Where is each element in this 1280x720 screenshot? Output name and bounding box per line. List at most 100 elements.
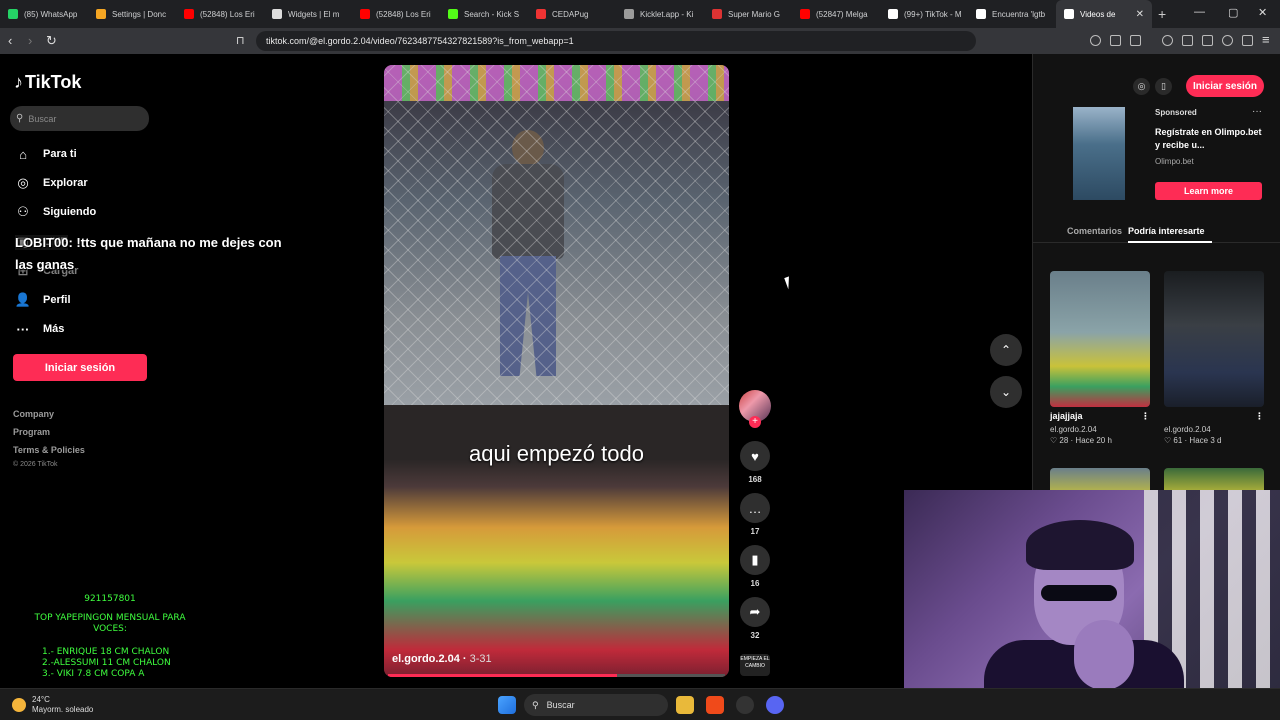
youtube-icon: [360, 9, 370, 19]
nav-perfil[interactable]: 👤 Perfil: [15, 292, 71, 308]
nav-siguiendo[interactable]: ⚇ Siguiendo: [15, 204, 96, 220]
author-avatar-action[interactable]: +: [738, 390, 772, 428]
video-fence: [384, 65, 729, 405]
ad-options-icon[interactable]: ···: [1252, 106, 1262, 117]
search-icon: ⚲: [16, 113, 24, 124]
avatar[interactable]: +: [739, 390, 771, 428]
header-login-button[interactable]: Iniciar sesión: [1186, 75, 1264, 97]
login-button[interactable]: Iniciar sesión: [13, 354, 147, 381]
video-card[interactable]: jajajjaja ⋮ el.gordo.2.04 ♡ 28 · Hace 20 …: [1050, 271, 1150, 445]
follow-plus-icon[interactable]: +: [749, 416, 761, 428]
address-bar[interactable]: tiktok.com/@el.gordo.2.04/video/76234877…: [256, 31, 976, 51]
tiktok-note-icon: ♪: [14, 72, 23, 92]
bookmark-icon[interactable]: ▮: [740, 545, 770, 575]
new-tab-button[interactable]: +: [1158, 6, 1166, 22]
close-window-icon[interactable]: ✕: [1258, 6, 1267, 19]
tab-tiktok-2[interactable]: Encuentra 'lgtb: [968, 0, 1056, 28]
nav-para-ti[interactable]: ⌂ Para ti: [15, 146, 77, 162]
cedapug-icon: [536, 9, 546, 19]
ad-thumbnail[interactable]: [1073, 107, 1125, 200]
nav-label: Explorar: [43, 177, 88, 189]
tab-youtube-2[interactable]: (52848) Los Eri: [352, 0, 440, 28]
youtube-icon: [184, 9, 194, 19]
stream-icon[interactable]: ◎: [1133, 78, 1150, 95]
next-video-button[interactable]: ⌄: [990, 376, 1022, 408]
menu-icon[interactable]: ≡: [1262, 32, 1270, 47]
share-action[interactable]: ➦ 32: [738, 597, 772, 640]
windows-start-icon[interactable]: [498, 696, 516, 714]
tiktok-logo[interactable]: ♪ TikTok: [14, 72, 81, 93]
bookmark-icon[interactable]: ⊓: [236, 34, 245, 47]
video-progress-bar[interactable]: [388, 674, 725, 677]
ai-icon[interactable]: [1222, 35, 1233, 46]
tab-kicklet[interactable]: Kicklet.app - Ki: [616, 0, 704, 28]
ad-text[interactable]: Regístrate en Olimpo.bet y recibe u...: [1155, 126, 1267, 152]
learn-more-button[interactable]: Learn more: [1155, 182, 1262, 200]
youtube-icon: [800, 9, 810, 19]
discord-icon[interactable]: [766, 696, 784, 714]
screenshot-icon[interactable]: [1130, 35, 1141, 46]
video-card-thumbnail[interactable]: [1050, 271, 1150, 407]
tab-active-tiktok[interactable]: Videos de ✕: [1056, 0, 1152, 28]
previous-video-button[interactable]: ⌃: [990, 334, 1022, 366]
comment-icon[interactable]: …: [740, 493, 770, 523]
file-explorer-icon[interactable]: [676, 696, 694, 714]
kick-icon: [448, 9, 458, 19]
share-icon[interactable]: ➦: [740, 597, 770, 627]
card-options-icon[interactable]: ⋮: [1141, 411, 1150, 422]
footer-terms-link[interactable]: Terms & Policies: [13, 445, 85, 455]
card-options-icon[interactable]: ⋮: [1255, 411, 1264, 422]
close-tab-icon[interactable]: ✕: [1136, 9, 1144, 20]
taskbar-search-label: Buscar: [546, 700, 575, 710]
weather-widget[interactable]: 24°C Mayorm. soleado: [12, 695, 93, 715]
tab-comentarios[interactable]: Comentarios: [1067, 226, 1122, 236]
tab-whatsapp[interactable]: (85) WhatsApp: [0, 0, 88, 28]
taskbar-search[interactable]: ⚲ Buscar: [524, 694, 668, 716]
tab-label: Super Mario G: [728, 9, 781, 19]
puzzle-icon[interactable]: [1110, 35, 1121, 46]
video-progress-fill: [388, 674, 618, 677]
tab-tiktok-1[interactable]: (99+) TikTok - M: [880, 0, 968, 28]
card-author[interactable]: el.gordo.2.04: [1050, 425, 1150, 434]
tab-cedapug[interactable]: CEDAPug: [528, 0, 616, 28]
search-input[interactable]: ⚲ Buscar: [10, 106, 149, 131]
wallet-icon[interactable]: [1202, 35, 1213, 46]
video-player[interactable]: aqui empezó todo el.gordo.2.04 · 3-31: [384, 65, 729, 677]
like-count: 168: [748, 475, 762, 484]
video-card[interactable]: ⋮ el.gordo.2.04 ♡ 61 · Hace 3 d: [1164, 271, 1264, 445]
tab-podria-interesarte[interactable]: Podría interesarte: [1128, 226, 1205, 236]
ad-sponsored-label: Sponsored: [1155, 108, 1197, 117]
footer-program-link[interactable]: Program: [13, 427, 50, 437]
music-disc[interactable]: EMPIEZA EL CAMBIO: [740, 654, 770, 676]
tab-youtube-1[interactable]: (52848) Los Eri: [176, 0, 264, 28]
obs-icon[interactable]: [736, 696, 754, 714]
save-action[interactable]: ▮ 16: [738, 545, 772, 588]
extension-icon[interactable]: [1090, 35, 1101, 46]
tab-youtube-3[interactable]: (52847) Melga: [792, 0, 880, 28]
nav-explorar[interactable]: ◎ Explorar: [15, 175, 88, 191]
tab-kick-search[interactable]: Search - Kick S: [440, 0, 528, 28]
footer-company-link[interactable]: Company: [13, 409, 54, 419]
card-author[interactable]: el.gordo.2.04: [1164, 425, 1264, 434]
sidebar-icon[interactable]: [1182, 35, 1193, 46]
nav-mas[interactable]: ··· Más: [15, 321, 65, 337]
tab-widgets[interactable]: Widgets | El m: [264, 0, 352, 28]
brave-icon[interactable]: [706, 696, 724, 714]
tab-label: Search - Kick S: [464, 9, 520, 19]
like-action[interactable]: ♥ 168: [738, 441, 772, 484]
video-card-thumbnail[interactable]: [1164, 271, 1264, 407]
minimize-icon[interactable]: —: [1194, 6, 1205, 18]
heart-icon[interactable]: ♥: [740, 441, 770, 471]
maximize-icon[interactable]: ▢: [1228, 6, 1238, 19]
comment-action[interactable]: … 17: [738, 493, 772, 536]
reload-icon[interactable]: ↻: [46, 33, 57, 49]
forward-icon[interactable]: ›: [28, 33, 32, 48]
tab-mario[interactable]: Super Mario G: [704, 0, 792, 28]
back-icon[interactable]: ‹: [8, 33, 12, 48]
video-author[interactable]: el.gordo.2.04 · 3-31: [392, 653, 492, 665]
tab-settings[interactable]: Settings | Donc: [88, 0, 176, 28]
phone-icon[interactable]: ▯: [1155, 78, 1172, 95]
shield-icon[interactable]: [1242, 35, 1253, 46]
music-icon[interactable]: [1162, 35, 1173, 46]
share-count: 32: [750, 631, 760, 640]
